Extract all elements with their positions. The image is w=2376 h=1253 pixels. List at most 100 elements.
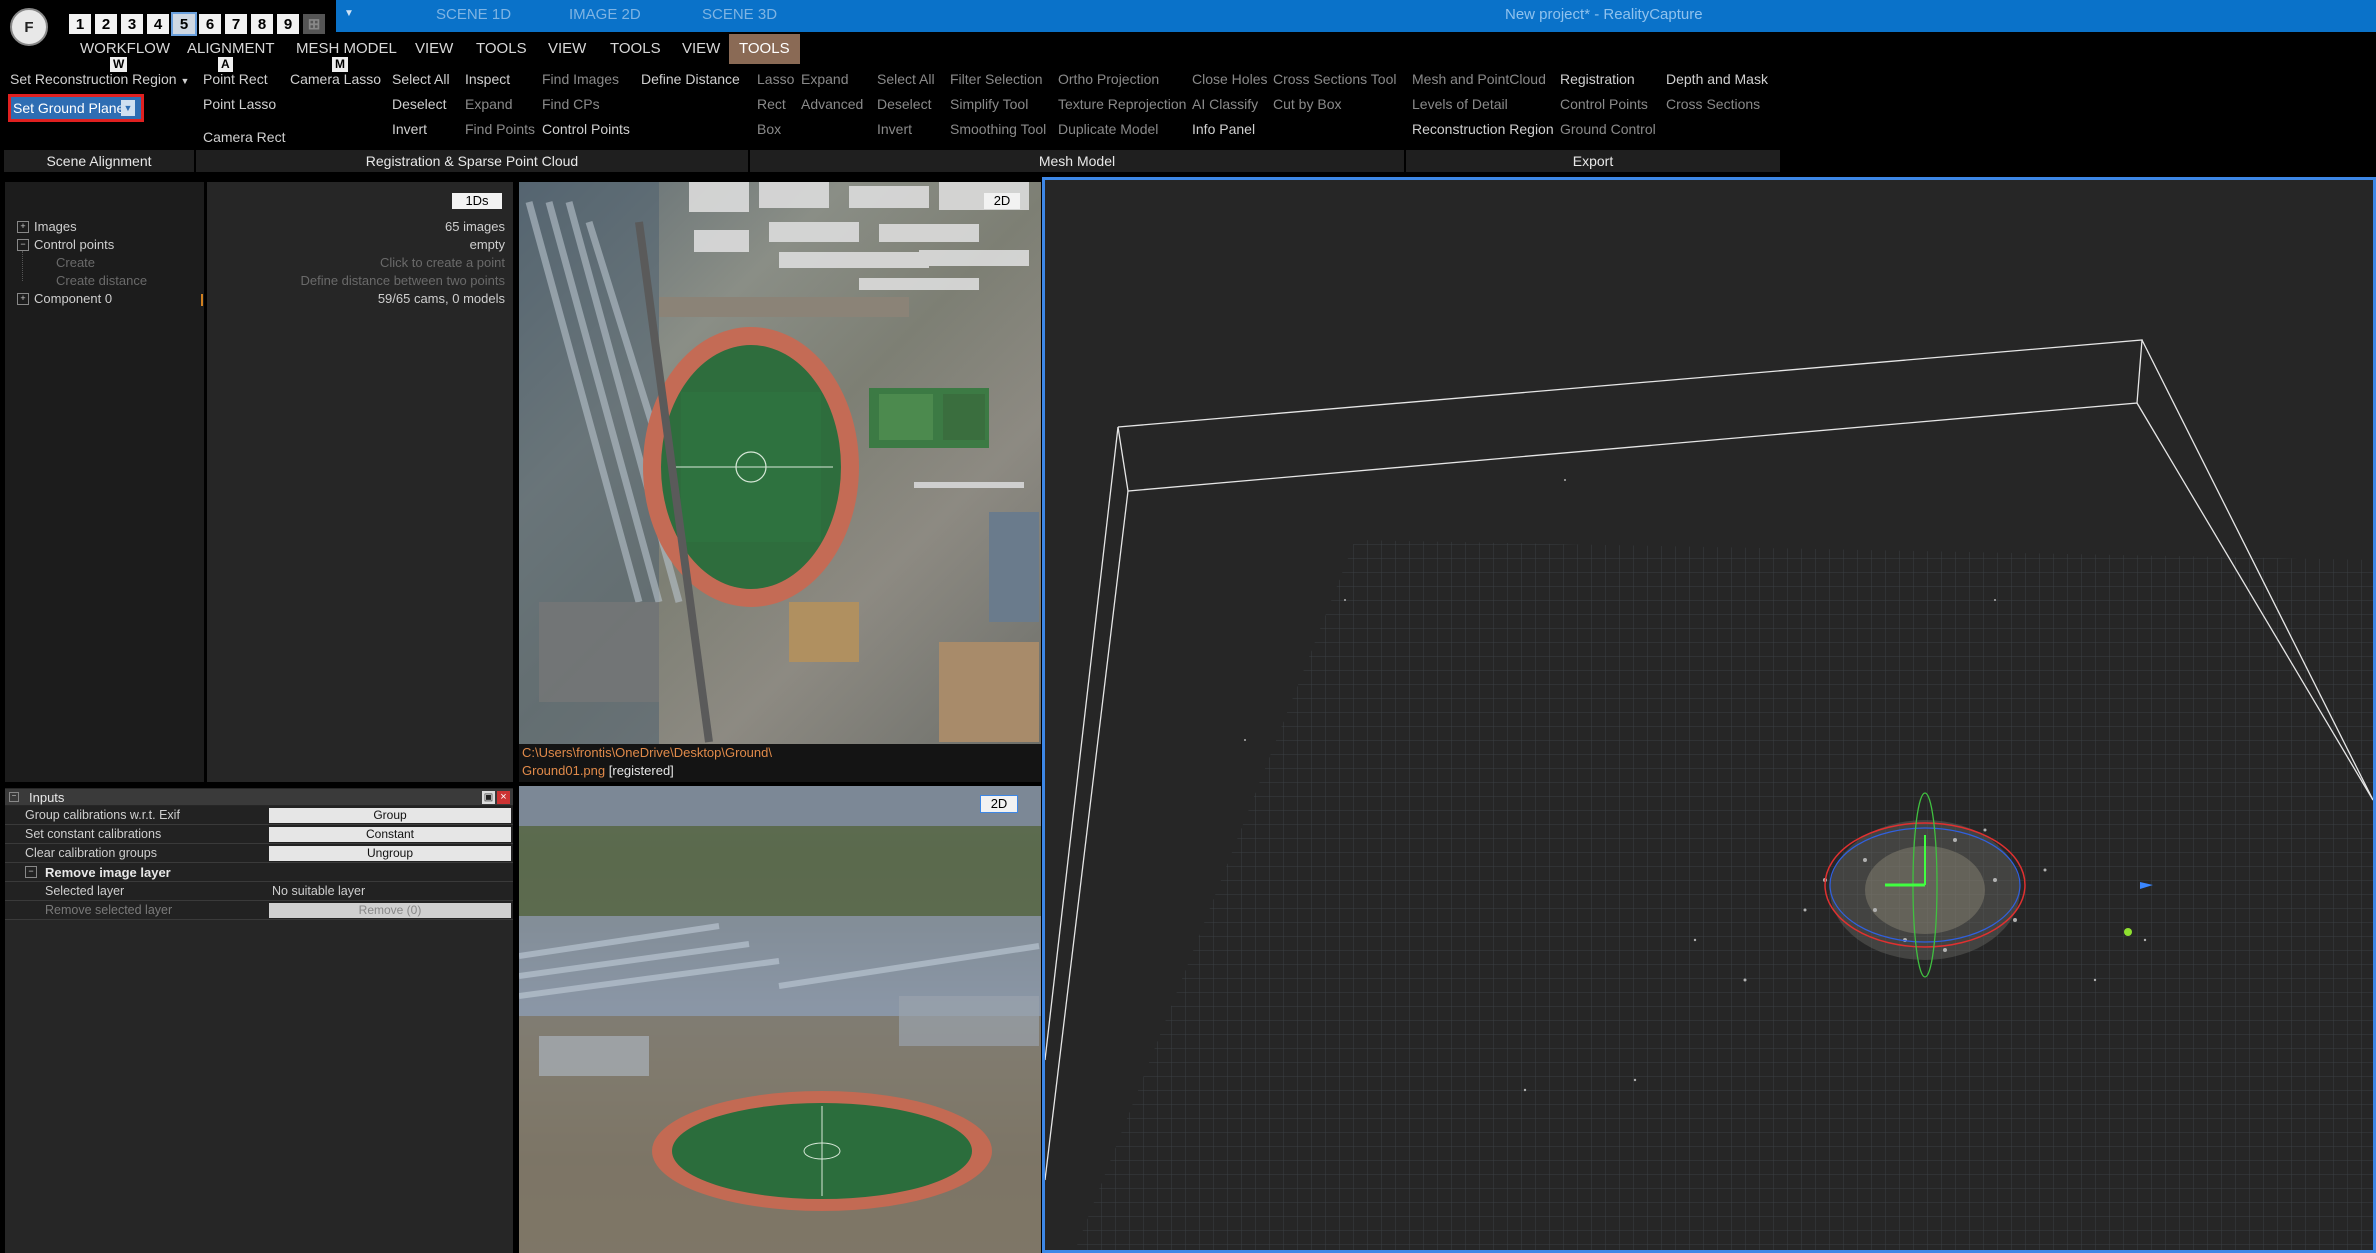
layout-7-button[interactable]: 7 (225, 14, 247, 34)
selected-layer-value[interactable]: No suitable layer (272, 884, 365, 898)
image-mode-badge[interactable]: 2D (984, 193, 1020, 209)
invert-button[interactable]: Invert (392, 121, 427, 137)
filter-selection-button[interactable]: Filter Selection (950, 71, 1043, 87)
select-all-button[interactable]: Select All (392, 71, 450, 87)
image-mode-badge[interactable]: 2D (980, 795, 1018, 813)
simplify-tool-button[interactable]: Simplify Tool (950, 96, 1028, 112)
aerial-photo-oblique (519, 786, 1041, 1253)
set-reconstruction-region-button[interactable]: Set Reconstruction Region ▼ (10, 71, 189, 87)
layout-1-button[interactable]: 1 (69, 14, 91, 34)
image-view-top[interactable]: 2D (519, 182, 1041, 744)
layout-9-button[interactable]: 9 (277, 14, 299, 34)
lasso-button[interactable]: Lasso (757, 71, 794, 87)
image-filename: Ground01.png (522, 763, 606, 778)
tab-view-2[interactable]: VIEW (538, 34, 596, 64)
inputs-panel-header (5, 789, 513, 805)
window-title: New project* - RealityCapture (1505, 6, 1703, 23)
scene-3d-viewport[interactable] (1042, 177, 2376, 1253)
expand-mesh-button[interactable]: Expand (801, 71, 848, 87)
tree-item-create[interactable]: Create (56, 255, 95, 270)
ortho-projection-button[interactable]: Ortho Projection (1058, 71, 1159, 87)
tab-tools-2[interactable]: TOOLS (600, 34, 671, 64)
control-points-button[interactable]: Control Points (542, 121, 630, 137)
select-all-mesh-button[interactable]: Select All (877, 71, 935, 87)
close-icon[interactable]: × (497, 791, 510, 804)
invert-mesh-button[interactable]: Invert (877, 121, 912, 137)
image-path: C:\Users\frontis\OneDrive\Desktop\Ground… (522, 745, 772, 760)
duplicate-model-button[interactable]: Duplicate Model (1058, 121, 1158, 137)
remove-layer-button[interactable]: Remove (0) (269, 903, 511, 918)
layout-3-button[interactable]: 3 (121, 14, 143, 34)
tab-scene-3d[interactable]: SCENE 3D (702, 6, 777, 23)
depth-and-mask-button[interactable]: Depth and Mask (1666, 71, 1768, 87)
tree-item-control-points[interactable]: Control points (34, 237, 114, 252)
constant-calibrations-label: Set constant calibrations (25, 827, 162, 841)
info-panel-button[interactable]: Info Panel (1192, 121, 1255, 137)
layout-8-button[interactable]: 8 (251, 14, 273, 34)
layout-2-button[interactable]: 2 (95, 14, 117, 34)
cut-by-box-button[interactable]: Cut by Box (1273, 96, 1341, 112)
cross-sections-tool-button[interactable]: Cross Sections Tool (1273, 71, 1396, 87)
box-button[interactable]: Box (757, 121, 781, 137)
group-calibrations-label: Group calibrations w.r.t. Exif (25, 808, 180, 822)
tab-image-2d[interactable]: IMAGE 2D (569, 6, 641, 23)
dropdown-arrow-icon: ▼ (180, 76, 190, 86)
inputs-panel-title: Inputs (29, 790, 65, 805)
deselect-button[interactable]: Deselect (392, 96, 446, 112)
camera-lasso-button[interactable]: Camera Lasso (290, 71, 381, 87)
set-ground-plane-button[interactable]: Set Ground Plane ▼ (8, 94, 144, 122)
expand-button[interactable]: Expand (465, 96, 512, 112)
collapse-icon[interactable]: − (25, 866, 37, 878)
tree-item-images[interactable]: Images (34, 219, 77, 234)
scene-3d-render (1045, 339, 2373, 1250)
pin-icon[interactable]: ▣ (482, 791, 495, 804)
cross-sections-button[interactable]: Cross Sections (1666, 96, 1760, 112)
registration-button[interactable]: Registration (1560, 71, 1635, 87)
reconstruction-region-button[interactable]: Reconstruction Region (1412, 121, 1554, 137)
tab-tools[interactable]: TOOLS (466, 34, 537, 64)
tree-item-create-distance[interactable]: Create distance (56, 273, 147, 288)
quick-access-arrow-icon[interactable]: ▼ (344, 8, 354, 19)
find-cps-button[interactable]: Find CPs (542, 96, 600, 112)
mesh-and-pointcloud-button[interactable]: Mesh and PointCloud (1412, 71, 1546, 87)
define-distance-button[interactable]: Define Distance (641, 71, 740, 87)
ground-control-button[interactable]: Ground Control (1560, 121, 1656, 137)
expand-icon[interactable]: + (17, 293, 29, 305)
collapse-icon[interactable]: − (9, 792, 19, 802)
tree-item-component-0[interactable]: Component 0 (34, 291, 112, 306)
tab-tools-3[interactable]: TOOLS (729, 34, 800, 64)
camera-rect-button[interactable]: Camera Rect (203, 129, 285, 145)
find-points-button[interactable]: Find Points (465, 121, 535, 137)
layout-6-button[interactable]: 6 (199, 14, 221, 34)
group-button[interactable]: Group (269, 808, 511, 823)
tab-view-3[interactable]: VIEW (672, 34, 730, 64)
app-logo-icon[interactable]: F (10, 8, 48, 46)
advanced-button[interactable]: Advanced (801, 96, 863, 112)
texture-reprojection-button[interactable]: Texture Reprojection (1058, 96, 1186, 112)
point-rect-button[interactable]: Point Rect (203, 71, 268, 87)
ai-classify-button[interactable]: AI Classify (1192, 96, 1258, 112)
levels-of-detail-button[interactable]: Levels of Detail (1412, 96, 1508, 112)
image-view-bottom[interactable]: 2D (519, 786, 1041, 1253)
view-type-badge[interactable]: 1Ds (452, 193, 502, 209)
aerial-photo-stadium (519, 182, 1039, 744)
smoothing-tool-button[interactable]: Smoothing Tool (950, 121, 1046, 137)
deselect-mesh-button[interactable]: Deselect (877, 96, 931, 112)
point-lasso-button[interactable]: Point Lasso (203, 96, 276, 112)
rect-button[interactable]: Rect (757, 96, 786, 112)
find-images-button[interactable]: Find Images (542, 71, 619, 87)
tab-scene-1d[interactable]: SCENE 1D (436, 6, 511, 23)
inspect-button[interactable]: Inspect (465, 71, 510, 87)
layout-5-button[interactable]: 5 (171, 12, 197, 36)
control-points-export-button[interactable]: Control Points (1560, 96, 1648, 112)
ungroup-button[interactable]: Ungroup (269, 846, 511, 861)
clear-calibration-label: Clear calibration groups (25, 846, 158, 860)
layout-lock-icon[interactable]: ⊞ (303, 14, 325, 34)
dropdown-arrow-icon[interactable]: ▼ (121, 100, 135, 116)
tab-view[interactable]: VIEW (405, 34, 463, 64)
layout-4-button[interactable]: 4 (147, 14, 169, 34)
collapse-icon[interactable]: − (17, 239, 29, 251)
expand-icon[interactable]: + (17, 221, 29, 233)
close-holes-button[interactable]: Close Holes (1192, 71, 1267, 87)
constant-button[interactable]: Constant (269, 827, 511, 842)
